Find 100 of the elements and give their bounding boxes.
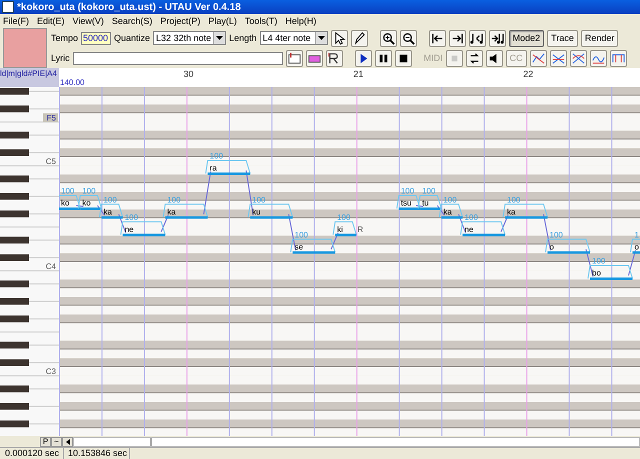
note-lyric: ne bbox=[464, 224, 474, 234]
menu-item[interactable]: File(F) bbox=[3, 16, 29, 26]
sharp-key[interactable] bbox=[0, 106, 29, 112]
sharp-key[interactable] bbox=[0, 280, 29, 288]
small-button[interactable]: P bbox=[40, 436, 51, 446]
note[interactable] bbox=[248, 204, 294, 219]
zoom-in-button[interactable] bbox=[380, 30, 397, 46]
play-button[interactable] bbox=[354, 50, 372, 66]
zoom-in-icon bbox=[380, 30, 396, 46]
jump-left-button[interactable] bbox=[428, 30, 446, 46]
note-lyric: ka bbox=[103, 207, 112, 216]
note[interactable] bbox=[630, 238, 640, 254]
measure-number: 21 bbox=[353, 69, 364, 79]
pause-button[interactable] bbox=[374, 50, 392, 66]
sharp-key[interactable] bbox=[0, 176, 29, 182]
intensity-value: 100 bbox=[167, 195, 181, 204]
sharp-key[interactable] bbox=[0, 342, 29, 348]
intensity-value: 100 bbox=[103, 195, 117, 204]
sharp-key[interactable] bbox=[0, 132, 29, 138]
toolbar-button[interactable]: Mode2 bbox=[508, 30, 544, 46]
cross-button[interactable] bbox=[550, 50, 567, 66]
menu-item[interactable]: Project(P) bbox=[160, 16, 200, 26]
stop-button[interactable] bbox=[394, 50, 412, 66]
measure-number: 30 bbox=[183, 69, 194, 79]
sharp-key[interactable] bbox=[0, 359, 29, 366]
envelope-button[interactable] bbox=[530, 50, 547, 66]
curve-button[interactable] bbox=[570, 50, 587, 66]
note[interactable] bbox=[59, 195, 81, 210]
sharp-key[interactable] bbox=[0, 386, 29, 392]
intensity-value: 100 bbox=[124, 212, 138, 222]
toolbar-label: Quantize bbox=[114, 33, 150, 43]
toolbar-label: MIDI bbox=[424, 53, 443, 63]
menu-item[interactable]: Search(S) bbox=[112, 16, 152, 26]
rest-button[interactable] bbox=[326, 50, 343, 66]
sharp-key[interactable] bbox=[0, 210, 29, 218]
rest-lyric: R bbox=[357, 224, 364, 234]
note[interactable] bbox=[396, 195, 421, 210]
status-text: 0.000120 sec bbox=[0, 448, 64, 459]
pointer-button[interactable] bbox=[330, 30, 348, 46]
sharp-key[interactable] bbox=[0, 236, 29, 244]
sharp-key[interactable] bbox=[0, 254, 29, 261]
note[interactable] bbox=[502, 204, 548, 219]
menu-item[interactable]: View(V) bbox=[72, 16, 104, 26]
note[interactable] bbox=[418, 195, 442, 210]
sharp-key[interactable] bbox=[0, 193, 29, 200]
note-lyric: se bbox=[294, 242, 304, 252]
note-lyric: ko bbox=[82, 198, 91, 208]
tempo-field[interactable]: 50000 bbox=[81, 32, 112, 44]
menu-item[interactable]: Help(H) bbox=[285, 16, 316, 26]
note-lyric: ne bbox=[124, 224, 134, 234]
intensity-value: 100 bbox=[337, 212, 350, 222]
zoom-out-button[interactable] bbox=[400, 30, 417, 46]
tempo-marker: 140.00 bbox=[60, 78, 84, 87]
intensity-value: 100 bbox=[82, 186, 96, 196]
sharp-key[interactable] bbox=[0, 88, 29, 95]
note[interactable] bbox=[332, 221, 357, 236]
note-lyric: tsu bbox=[400, 198, 412, 208]
key-label: C5 bbox=[46, 157, 56, 166]
app-icon bbox=[2, 1, 14, 13]
small-button[interactable]: ~ bbox=[51, 436, 62, 446]
menu-item[interactable]: Play(L) bbox=[208, 16, 237, 26]
speaker-button[interactable] bbox=[486, 50, 503, 66]
dropdown[interactable]: L32 32th note bbox=[153, 31, 226, 45]
left-arrow-icon bbox=[66, 438, 70, 444]
lyric-icon bbox=[286, 50, 302, 66]
wave-button[interactable] bbox=[590, 50, 607, 66]
status-text: 10.153846 sec bbox=[64, 448, 130, 459]
intensity-value: 100 bbox=[550, 230, 563, 240]
bracket-button[interactable] bbox=[610, 50, 627, 66]
measure-number: 22 bbox=[523, 69, 534, 79]
note-split-button[interactable] bbox=[468, 30, 486, 46]
note[interactable] bbox=[438, 204, 464, 219]
intensity-value: 100 bbox=[294, 230, 308, 240]
curve-icon bbox=[570, 50, 586, 66]
toolbar-button[interactable]: Render bbox=[580, 30, 618, 46]
sharp-key[interactable] bbox=[0, 298, 29, 305]
intensity-value: 100 bbox=[61, 186, 74, 196]
lyric-field[interactable] bbox=[72, 52, 283, 64]
sharp-key[interactable] bbox=[0, 403, 29, 410]
note-lyric: o bbox=[634, 242, 639, 252]
menu-item[interactable]: Tools(T) bbox=[244, 16, 278, 26]
note[interactable] bbox=[78, 195, 102, 210]
dropdown[interactable]: L4 4ter note bbox=[260, 31, 328, 45]
toolbar-button[interactable]: Trace bbox=[547, 30, 578, 46]
note-join-button[interactable] bbox=[488, 30, 506, 46]
avatar-placeholder bbox=[3, 28, 47, 68]
sharp-key[interactable] bbox=[0, 149, 29, 156]
intensity-value: 100 bbox=[592, 256, 606, 266]
note-lyric: ra bbox=[210, 164, 217, 172]
bar-button[interactable] bbox=[306, 50, 323, 66]
pencil-button[interactable] bbox=[350, 30, 368, 46]
loop-button[interactable] bbox=[466, 50, 483, 66]
key-label: C4 bbox=[46, 262, 56, 271]
menu-item[interactable]: Edit(E) bbox=[37, 16, 65, 26]
note[interactable] bbox=[98, 204, 124, 219]
jump-right-button[interactable] bbox=[448, 30, 466, 46]
lyric-button[interactable] bbox=[286, 50, 303, 66]
sharp-key[interactable] bbox=[0, 420, 29, 428]
sharp-key[interactable] bbox=[0, 316, 29, 322]
scroll-left-button[interactable] bbox=[62, 436, 73, 446]
